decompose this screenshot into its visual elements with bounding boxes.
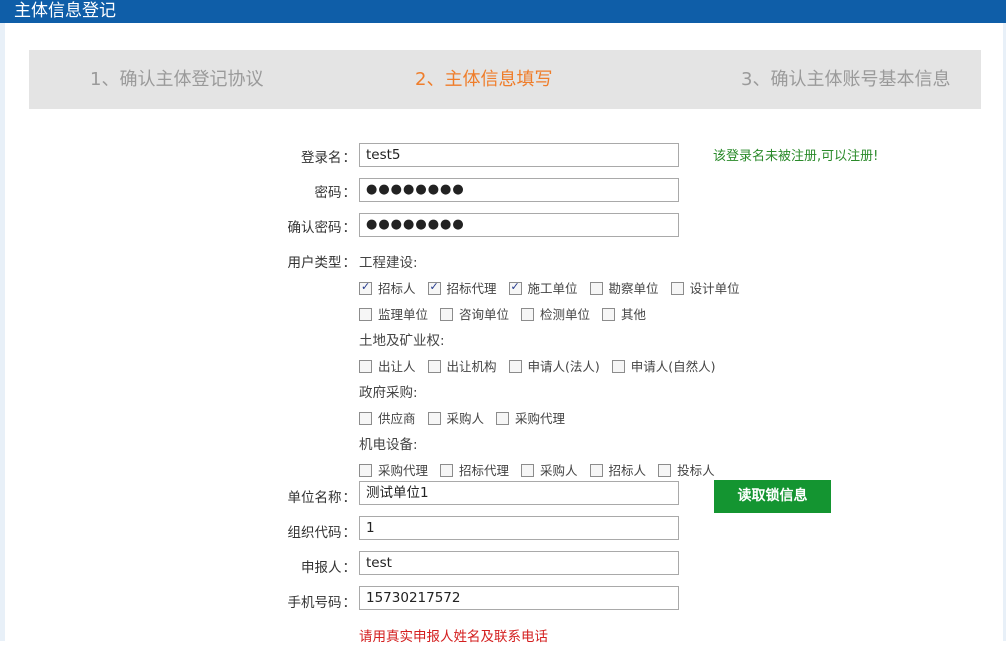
checkbox-label: 申请人(自然人) — [630, 359, 716, 374]
user-type-checkbox-option[interactable]: 招标人 — [589, 460, 657, 479]
user-type-checkbox-option[interactable]: 投标人 — [658, 460, 725, 479]
checkbox-unchecked[interactable] — [359, 464, 372, 477]
step-2-active: 2、主体信息填写 — [415, 69, 553, 90]
checkbox-label: 监理单位 — [378, 307, 429, 322]
phone-input[interactable]: 15730217572 — [359, 586, 679, 610]
step-1: 1、确认主体登记协议 — [90, 69, 264, 90]
confirm-password-label: 确认密码： — [287, 220, 357, 236]
checkbox-label: 招标人 — [378, 281, 416, 296]
page-header: 主体信息登记 — [0, 0, 1006, 23]
checkbox-label: 申请人(法人) — [527, 359, 600, 374]
checkbox-label: 招标人 — [608, 463, 647, 478]
checkbox-label: 设计单位 — [689, 281, 740, 296]
checkbox-unchecked[interactable] — [440, 308, 454, 321]
checkbox-unchecked[interactable] — [602, 308, 616, 321]
user-type-checkbox-option[interactable]: 出让人 — [359, 356, 426, 375]
checkbox-label: 检测单位 — [540, 307, 591, 322]
user-type-checkbox-row: 采购代理 招标代理 采购人 招标人 投标人 — [359, 460, 727, 479]
user-type-checkbox-option[interactable]: 采购代理 — [496, 408, 575, 427]
checkbox-unchecked[interactable] — [589, 464, 603, 477]
checkbox-unchecked[interactable] — [359, 360, 372, 373]
user-type-checkbox-option[interactable]: 勘察单位 — [589, 278, 669, 297]
user-type-group-title: 土地及矿业权: — [359, 333, 445, 349]
user-type-checkbox-option[interactable]: 监理单位 — [359, 304, 438, 323]
user-type-checkbox-option[interactable]: 招标代理 — [440, 460, 519, 479]
checkbox-label: 采购人 — [446, 411, 485, 426]
user-type-checkbox-option[interactable]: 出让机构 — [427, 356, 507, 375]
checkbox-label: 招标代理 — [446, 281, 497, 296]
checkbox-unchecked[interactable] — [427, 360, 441, 373]
checkbox-unchecked[interactable] — [359, 412, 372, 425]
password-input[interactable]: ●●●●●●●● — [359, 178, 679, 202]
checkbox-unchecked[interactable] — [359, 308, 372, 321]
phone-label: 手机号码： — [287, 595, 357, 611]
checkbox-checked[interactable] — [427, 280, 441, 295]
applicant-label: 申报人： — [301, 560, 356, 576]
unit-name-label: 单位名称： — [287, 490, 357, 506]
user-type-checkbox-row: 出让人 出让机构 申请人(法人) 申请人(自然人) — [359, 356, 728, 375]
user-type-checkbox-option[interactable]: 咨询单位 — [440, 304, 519, 323]
checkbox-unchecked[interactable] — [508, 360, 522, 373]
checkbox-unchecked[interactable] — [521, 308, 535, 321]
checkbox-unchecked[interactable] — [589, 282, 603, 295]
org-code-input[interactable]: 1 — [359, 516, 679, 540]
left-frame-border — [0, 23, 5, 641]
user-type-checkbox-option[interactable]: 供应商 — [359, 408, 426, 427]
user-type-checkbox-option[interactable]: 招标代理 — [427, 278, 507, 297]
confirm-password-input[interactable]: ●●●●●●●● — [359, 213, 679, 237]
checkbox-label: 勘察单位 — [608, 281, 659, 296]
real-info-note: 请用真实申报人姓名及联系电话 — [359, 629, 548, 645]
checkbox-label: 供应商 — [378, 411, 416, 426]
checkbox-label: 采购代理 — [515, 411, 566, 426]
org-code-label: 组织代码： — [287, 525, 357, 541]
checkbox-label: 采购人 — [540, 463, 578, 478]
checkbox-label: 咨询单位 — [459, 307, 510, 322]
checkbox-unchecked[interactable] — [521, 464, 535, 477]
user-type-checkbox-row: 招标人 招标代理 施工单位 勘察单位 设计单位 — [359, 278, 752, 297]
user-type-group-title: 机电设备: — [359, 437, 418, 453]
checkbox-label: 出让人 — [378, 359, 416, 374]
step-indicator: 1、确认主体登记协议 2、主体信息填写 3、确认主体账号基本信息 — [29, 50, 981, 109]
checkbox-unchecked[interactable] — [670, 282, 684, 295]
user-type-checkbox-option[interactable]: 采购人 — [521, 460, 588, 479]
unit-name-input[interactable]: 测试单位1 — [359, 481, 679, 505]
checkbox-unchecked[interactable] — [496, 412, 510, 425]
checkbox-label: 其他 — [621, 307, 647, 322]
user-type-checkbox-option[interactable]: 申请人(法人) — [508, 356, 610, 375]
user-type-checkbox-option[interactable]: 检测单位 — [521, 304, 600, 323]
password-label: 密码： — [314, 185, 357, 201]
read-lock-info-button[interactable]: 读取锁信息 — [714, 480, 831, 513]
checkbox-label: 投标人 — [677, 463, 715, 478]
checkbox-checked[interactable] — [359, 280, 372, 295]
checkbox-label: 招标代理 — [459, 463, 510, 478]
checkbox-checked[interactable] — [508, 280, 522, 295]
user-type-checkbox-option[interactable]: 招标人 — [359, 278, 426, 297]
login-name-label: 登录名： — [301, 150, 356, 166]
login-name-input[interactable]: test5 — [359, 143, 679, 167]
applicant-input[interactable]: test — [359, 551, 679, 575]
checkbox-unchecked[interactable] — [427, 412, 441, 425]
checkbox-unchecked[interactable] — [440, 464, 454, 477]
checkbox-unchecked[interactable] — [611, 360, 625, 373]
checkbox-unchecked[interactable] — [658, 464, 672, 477]
page-title: 主体信息登记 — [14, 1, 116, 21]
user-type-checkbox-option[interactable]: 设计单位 — [670, 278, 750, 297]
user-type-label: 用户类型： — [287, 255, 357, 271]
user-type-group-title: 政府采购: — [359, 385, 418, 401]
user-type-checkbox-option[interactable]: 申请人(自然人) — [611, 356, 726, 375]
user-type-checkbox-option[interactable]: 采购人 — [427, 408, 495, 427]
user-type-group-title: 工程建设: — [359, 255, 418, 271]
user-type-checkbox-option[interactable]: 施工单位 — [508, 278, 588, 297]
user-type-checkbox-row: 监理单位 咨询单位 检测单位 其他 — [359, 304, 658, 323]
user-type-checkbox-option[interactable]: 其他 — [602, 304, 656, 323]
user-type-checkbox-option[interactable]: 采购代理 — [359, 460, 438, 479]
checkbox-label: 出让机构 — [446, 359, 497, 374]
user-type-checkbox-row: 供应商 采购人 采购代理 — [359, 408, 577, 427]
checkbox-label: 施工单位 — [527, 281, 578, 296]
checkbox-label: 采购代理 — [378, 463, 429, 478]
login-name-available-hint: 该登录名未被注册,可以注册! — [713, 149, 879, 164]
step-3: 3、确认主体账号基本信息 — [741, 69, 951, 90]
